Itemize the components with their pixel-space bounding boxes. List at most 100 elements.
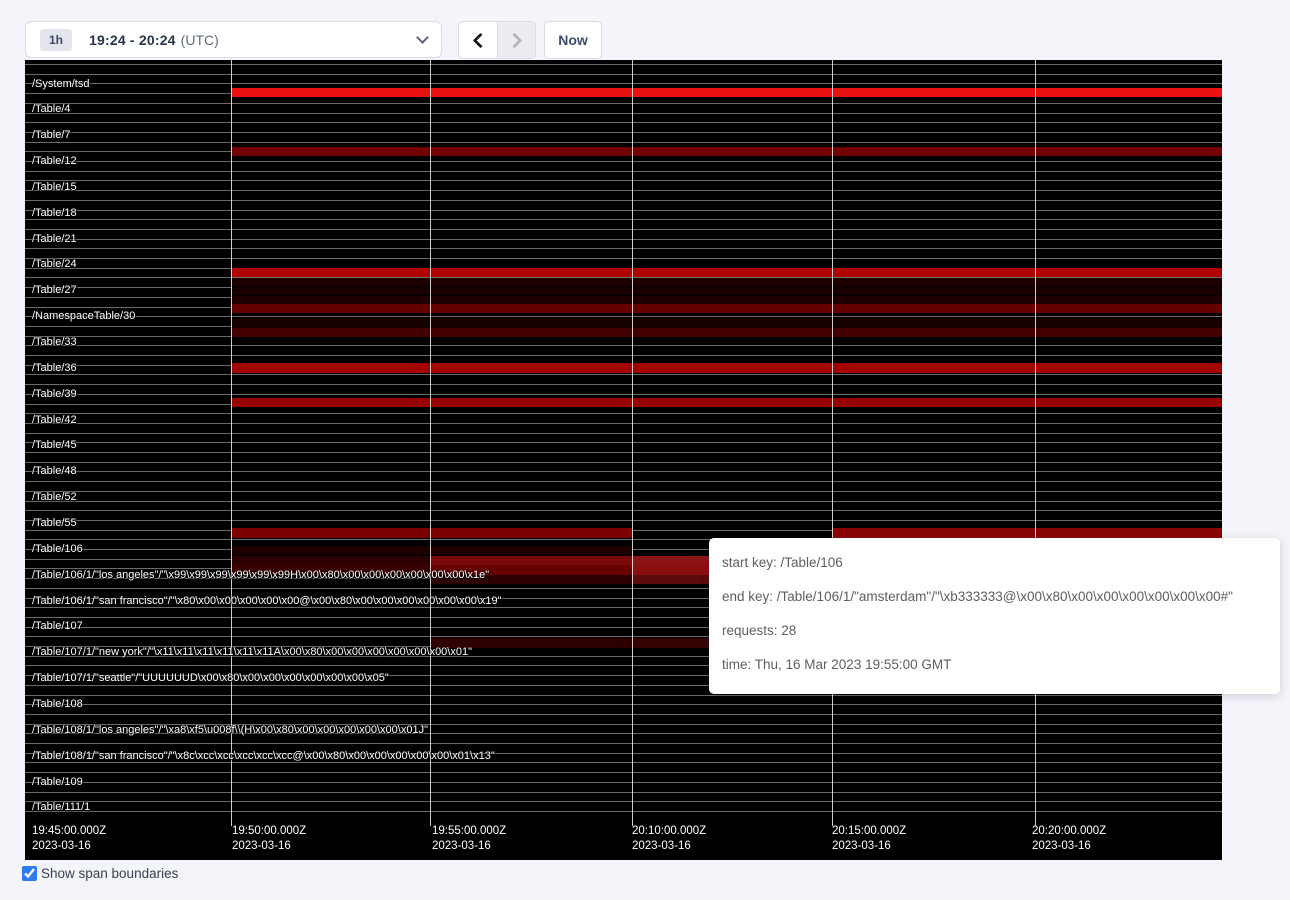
span-boundary-line	[25, 695, 1222, 696]
span-boundaries-control: Show span boundaries	[22, 866, 178, 881]
row-label: /Table/109	[32, 776, 83, 788]
tooltip-time: time: Thu, 16 Mar 2023 19:55:00 GMT	[722, 648, 1267, 682]
heat-band	[231, 147, 1222, 156]
timeframe-nav	[458, 21, 536, 59]
axis-tick-time: 20:15:00.000Z	[832, 824, 906, 839]
span-boundary-line	[25, 811, 1222, 812]
row-label: /Table/48	[32, 465, 77, 477]
axis-tick-time: 19:45:00.000Z	[32, 824, 106, 839]
heat-band	[231, 528, 632, 538]
span-boundary-line	[25, 190, 1222, 191]
row-label: /System/tsd	[32, 78, 89, 90]
span-boundary-line	[25, 74, 1222, 75]
span-boundary-line	[25, 64, 1222, 65]
chevron-right-icon	[507, 32, 523, 48]
span-boundary-line	[25, 142, 1222, 143]
span-boundary-line	[25, 510, 1222, 511]
heat-band	[231, 88, 1222, 97]
time-gridline	[430, 60, 431, 820]
tooltip-requests: requests: 28	[722, 614, 1267, 648]
heat-band	[231, 398, 1222, 407]
row-label: /Table/108	[32, 698, 83, 710]
axis-tick-date: 2023-03-16	[632, 839, 706, 854]
row-label: /Table/18	[32, 207, 77, 219]
chevron-left-icon	[472, 32, 488, 48]
heat-band	[231, 363, 1222, 373]
heat-band	[231, 546, 632, 555]
span-boundary-line	[25, 520, 1222, 521]
axis-tick-date: 2023-03-16	[832, 839, 906, 854]
row-label: /Table/24	[32, 258, 77, 270]
row-label: /Table/108/1/"san francisco"/"\x8c\xcc\x…	[32, 750, 495, 762]
row-label: /Table/107/1/"new york"/"\x11\x11\x11\x1…	[32, 646, 472, 658]
span-boundary-line	[25, 413, 1222, 414]
row-label: /Table/33	[32, 336, 77, 348]
now-button[interactable]: Now	[544, 21, 602, 59]
axis-tick-label: 20:20:00.000Z2023-03-16	[1032, 824, 1106, 854]
axis-tick-time: 19:55:00.000Z	[432, 824, 506, 839]
axis-tick-time: 20:10:00.000Z	[632, 824, 706, 839]
span-boundary-line	[25, 200, 1222, 201]
row-label: /Table/27	[32, 284, 77, 296]
show-span-boundaries-label[interactable]: Show span boundaries	[41, 866, 178, 881]
span-boundary-line	[25, 481, 1222, 482]
span-boundary-line	[25, 772, 1222, 773]
time-gridline	[632, 60, 633, 820]
axis-tick-date: 2023-03-16	[1032, 839, 1106, 854]
row-label: /Table/45	[32, 439, 77, 451]
span-boundary-line	[25, 355, 1222, 356]
span-boundary-line	[25, 171, 1222, 172]
span-boundary-line	[25, 743, 1222, 744]
span-boundary-line	[25, 491, 1222, 492]
heat-band	[231, 268, 1222, 277]
span-boundary-line	[25, 210, 1222, 211]
span-boundary-line	[25, 423, 1222, 424]
span-boundary-line	[25, 433, 1222, 434]
axis-tick-date: 2023-03-16	[432, 839, 506, 854]
span-boundary-line	[25, 132, 1222, 133]
span-boundary-line	[25, 442, 1222, 443]
span-boundary-line	[25, 239, 1222, 240]
span-boundary-line	[25, 122, 1222, 123]
span-boundary-line	[25, 782, 1222, 783]
axis-tick-date: 2023-03-16	[32, 839, 106, 854]
key-visualizer-canvas[interactable]: /System/tsd/Table/4/Table/7/Table/12/Tab…	[25, 60, 1222, 860]
span-boundary-line	[25, 161, 1222, 162]
row-label: /Table/39	[32, 388, 77, 400]
row-label: /Table/107	[32, 620, 83, 632]
row-label: /Table/12	[32, 155, 77, 167]
time-gridline	[832, 60, 833, 820]
span-boundary-line	[25, 462, 1222, 463]
span-boundary-line	[25, 374, 1222, 375]
show-span-boundaries-checkbox[interactable]	[22, 866, 37, 881]
time-gridline	[231, 60, 232, 820]
row-label: /Table/36	[32, 362, 77, 374]
prev-timeframe-button[interactable]	[459, 22, 497, 58]
span-boundary-line	[25, 103, 1222, 104]
row-label: /Table/4	[32, 103, 71, 115]
span-boundary-line	[25, 792, 1222, 793]
time-gridline	[1035, 60, 1036, 820]
next-timeframe-button[interactable]	[497, 22, 535, 58]
span-boundary-line	[25, 345, 1222, 346]
time-range-label: 19:24 - 20:24	[89, 32, 176, 48]
time-range-dropdown[interactable]: 1h 19:24 - 20:24 (UTC)	[25, 21, 442, 58]
span-boundary-line	[25, 471, 1222, 472]
span-boundary-line	[25, 316, 1222, 317]
span-boundary-line	[25, 113, 1222, 114]
row-label: /Table/15	[32, 181, 77, 193]
row-label: /Table/106/1/"san francisco"/"\x80\x00\x…	[32, 595, 502, 607]
row-label: /Table/106/1/"los angeles"/"\x99\x99\x99…	[32, 569, 489, 581]
row-label: /Table/52	[32, 491, 77, 503]
axis-tick-label: 19:55:00.000Z2023-03-16	[432, 824, 506, 854]
span-boundary-line	[25, 714, 1222, 715]
axis-tick-label: 20:10:00.000Z2023-03-16	[632, 824, 706, 854]
time-preset-badge: 1h	[40, 29, 72, 51]
axis-tick-label: 19:50:00.000Z2023-03-16	[232, 824, 306, 854]
span-boundary-line	[25, 384, 1222, 385]
span-boundary-line	[25, 229, 1222, 230]
tooltip-start-key: start key: /Table/106	[722, 546, 1267, 580]
span-boundary-line	[25, 704, 1222, 705]
axis-tick-label: 19:45:00.000Z2023-03-16	[32, 824, 106, 854]
span-boundary-line	[25, 501, 1222, 502]
